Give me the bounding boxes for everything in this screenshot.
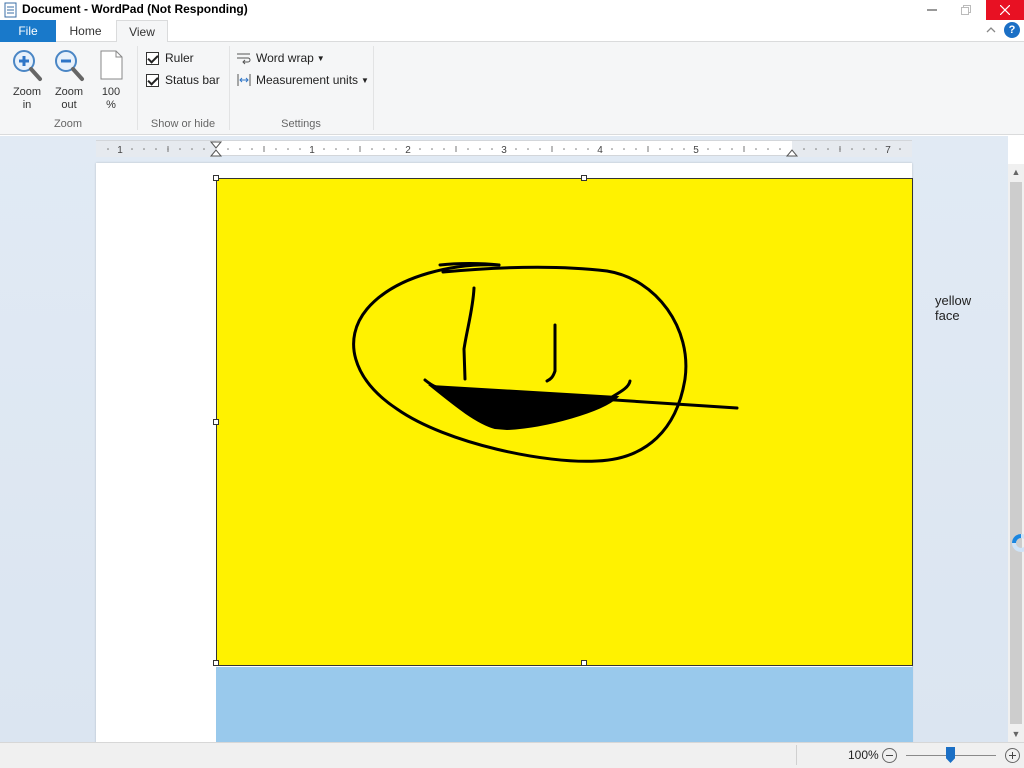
busy-cursor-icon bbox=[1012, 534, 1024, 552]
tab-home[interactable]: Home bbox=[58, 20, 113, 42]
ruler-number: 1 bbox=[117, 145, 123, 156]
status-bar-check-icon bbox=[146, 73, 159, 87]
image-background-area bbox=[216, 667, 913, 742]
help-icon[interactable]: ? bbox=[1004, 22, 1020, 38]
group-divider bbox=[229, 46, 230, 130]
collapse-ribbon-icon[interactable] bbox=[984, 23, 998, 37]
close-button[interactable] bbox=[986, 0, 1024, 20]
word-wrap-dropdown[interactable]: Word wrap ▼ bbox=[236, 50, 325, 66]
chevron-down-icon: ▼ bbox=[316, 53, 325, 63]
ribbon-tabs: File Home View ? bbox=[0, 20, 1024, 43]
zoom-100-button[interactable]: 100 % bbox=[92, 48, 130, 112]
zoom-out-icon bbox=[55, 50, 84, 81]
ruler-number: 4 bbox=[597, 145, 603, 156]
resize-handle[interactable] bbox=[581, 175, 587, 181]
ruler-checkbox[interactable]: Ruler bbox=[146, 50, 194, 66]
resize-handle[interactable] bbox=[213, 175, 219, 181]
wordpad-app-icon[interactable] bbox=[4, 2, 18, 18]
group-divider bbox=[137, 46, 138, 130]
zoom-in-label-line1: Zoom bbox=[12, 86, 42, 98]
ruler[interactable]: 1 1 2 3 4 5 7 bbox=[96, 140, 912, 157]
ruler-number: 7 bbox=[885, 145, 891, 156]
zoom-in-button[interactable]: Zoom in bbox=[8, 48, 46, 112]
zoom-slider-thumb[interactable] bbox=[946, 747, 955, 763]
window-title: Document - WordPad (Not Responding) bbox=[22, 2, 248, 16]
zoom-100-label-line1: 100 bbox=[101, 86, 121, 98]
image-caption: yellow face bbox=[935, 293, 972, 323]
show-hide-group-label: Show or hide bbox=[150, 118, 216, 130]
vertical-scrollbar[interactable]: ▲ ▼ bbox=[1008, 164, 1024, 742]
status-bar: 100% bbox=[0, 742, 1024, 768]
scroll-up-button[interactable]: ▲ bbox=[1008, 164, 1024, 180]
zoom-out-button[interactable]: Zoom out bbox=[50, 48, 88, 112]
zoom-100-label-line2: % bbox=[106, 99, 116, 111]
status-bar-checkbox[interactable]: Status bar bbox=[146, 72, 220, 88]
ruler-label: Ruler bbox=[165, 51, 194, 65]
scroll-down-button[interactable]: ▼ bbox=[1008, 726, 1024, 742]
word-wrap-icon bbox=[237, 53, 251, 65]
resize-handle[interactable] bbox=[581, 660, 587, 666]
maximize-button[interactable] bbox=[948, 0, 984, 20]
zoom-in-icon bbox=[13, 50, 42, 81]
plus-icon-vertical bbox=[1012, 752, 1013, 759]
tab-file[interactable]: File bbox=[0, 20, 56, 42]
ruler-number: 3 bbox=[501, 145, 507, 156]
ruler-number: 2 bbox=[405, 145, 411, 156]
title-bar: Document - WordPad (Not Responding) bbox=[0, 0, 1024, 20]
scroll-thumb[interactable] bbox=[1010, 182, 1022, 724]
tab-view[interactable]: View bbox=[116, 20, 168, 43]
ruler-number: 5 bbox=[693, 145, 699, 156]
settings-group-label: Settings bbox=[281, 118, 321, 130]
ruler-scale: 1 1 2 3 4 5 7 bbox=[96, 141, 912, 157]
zoom-out-small-button[interactable] bbox=[882, 748, 897, 763]
minimize-icon bbox=[927, 9, 937, 11]
resize-handle[interactable] bbox=[213, 419, 219, 425]
status-bar-divider bbox=[796, 745, 797, 765]
document-page[interactable]: yellow face bbox=[96, 163, 971, 742]
zoom-out-label-line2: out bbox=[61, 99, 77, 111]
ruler-number: 1 bbox=[309, 145, 315, 156]
measurement-units-label: Measurement units bbox=[256, 73, 359, 87]
chevron-down-icon: ▼ bbox=[361, 75, 369, 85]
yellow-face-drawing bbox=[352, 262, 739, 463]
close-icon bbox=[1000, 5, 1010, 15]
group-divider bbox=[373, 46, 374, 130]
ruler-check-icon bbox=[146, 51, 159, 65]
page-icon bbox=[100, 50, 123, 80]
word-wrap-label: Word wrap bbox=[256, 51, 314, 65]
minus-icon bbox=[886, 755, 893, 756]
minimize-button[interactable] bbox=[914, 0, 950, 20]
zoom-level-text: 100% bbox=[848, 748, 879, 762]
zoom-in-label-line2: in bbox=[22, 99, 32, 111]
status-bar-label: Status bar bbox=[165, 73, 220, 87]
embedded-image[interactable]: yellow face bbox=[213, 175, 971, 666]
measurement-units-icon bbox=[237, 74, 251, 86]
restore-icon bbox=[961, 5, 971, 15]
zoom-out-label-line1: Zoom bbox=[54, 86, 84, 98]
ribbon-view: Zoom in Zoom out 100 % Zoom Ruler Status… bbox=[0, 42, 1024, 135]
resize-handle[interactable] bbox=[213, 660, 219, 666]
measurement-units-dropdown[interactable]: Measurement units ▼ bbox=[236, 72, 369, 88]
zoom-in-small-button[interactable] bbox=[1005, 748, 1020, 763]
zoom-group-label: Zoom bbox=[53, 118, 83, 130]
document-workspace[interactable]: 1 1 2 3 4 5 7 yellow face bbox=[0, 136, 1008, 742]
